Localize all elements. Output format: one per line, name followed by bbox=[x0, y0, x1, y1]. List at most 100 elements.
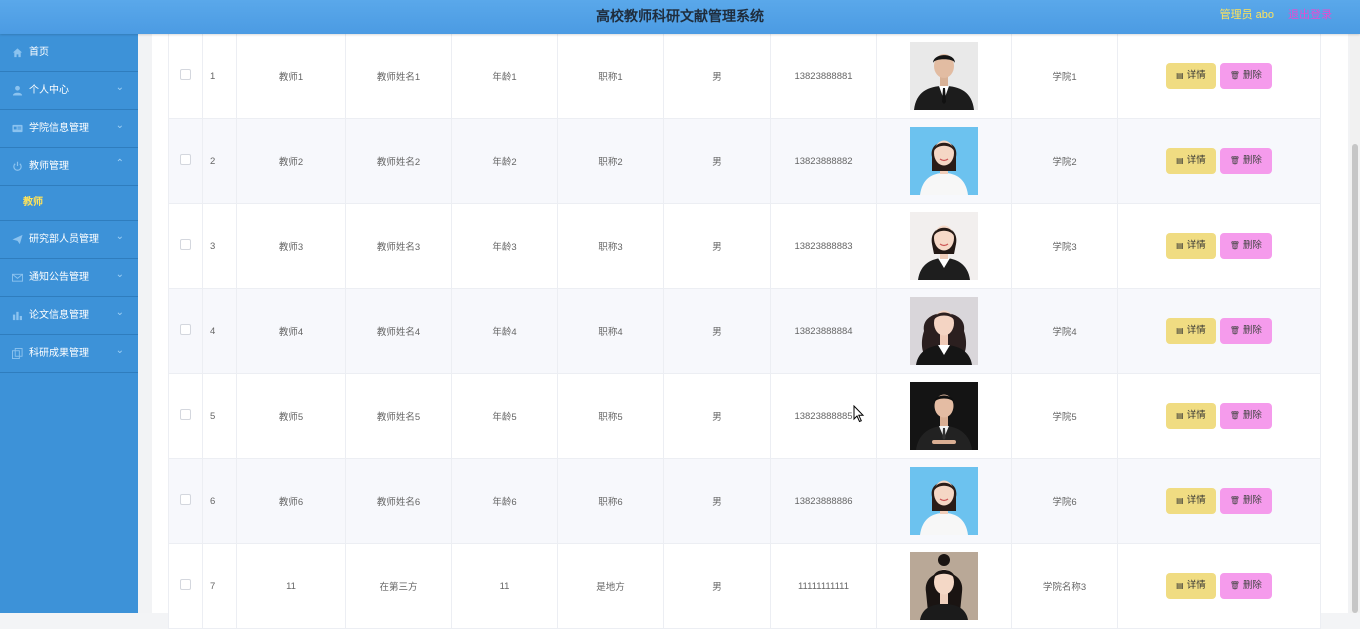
document-icon: ▤ bbox=[1176, 71, 1184, 80]
sidebar-item-label: 通知公告管理 bbox=[29, 272, 89, 283]
detail-label: 详情 bbox=[1186, 155, 1206, 166]
row-checkbox[interactable] bbox=[180, 409, 191, 420]
row-checkbox[interactable] bbox=[180, 69, 191, 80]
cell-gender: 男 bbox=[663, 118, 771, 204]
user-icon bbox=[12, 85, 23, 96]
envelope-icon bbox=[12, 273, 23, 282]
delete-label: 删除 bbox=[1242, 325, 1262, 336]
detail-button[interactable]: ▤ 详情 bbox=[1166, 63, 1216, 89]
sidebar-item-college-management[interactable]: 学院信息管理 ⌄ bbox=[0, 110, 138, 148]
delete-button[interactable]: 🗑 删除 bbox=[1219, 318, 1272, 344]
teacher-photo bbox=[910, 552, 978, 620]
delete-button[interactable]: 🗑 删除 bbox=[1219, 148, 1272, 174]
cell-photo bbox=[876, 203, 1012, 289]
cell-college: 学院4 bbox=[1011, 288, 1118, 374]
cell-gender: 男 bbox=[663, 203, 771, 289]
cell-gender: 男 bbox=[663, 458, 771, 544]
delete-button[interactable]: 🗑 删除 bbox=[1219, 573, 1272, 599]
row-checkbox[interactable] bbox=[180, 494, 191, 505]
cell-title: 职称1 bbox=[557, 34, 664, 119]
teacher-photo bbox=[910, 212, 978, 280]
cell-actions: ▤ 详情 🗑 删除 bbox=[1117, 34, 1321, 119]
cell-college: 学院6 bbox=[1011, 458, 1118, 544]
cell-phone: 13823888883 bbox=[770, 203, 877, 289]
cell-age: 年龄4 bbox=[451, 288, 558, 374]
detail-button[interactable]: ▤ 详情 bbox=[1166, 148, 1216, 174]
sidebar-subitem-teacher[interactable]: 教师 bbox=[0, 186, 138, 221]
cell-gender: 男 bbox=[663, 543, 771, 629]
row-select-cell bbox=[168, 203, 203, 289]
detail-button[interactable]: ▤ 详情 bbox=[1166, 573, 1216, 599]
table-row: 7 11 在第三方 11 是地方男 11111111111 学院名称3 ▤ 详情 🗑 删除 bbox=[168, 543, 1321, 629]
cell-teacher-name: 教师姓名4 bbox=[345, 288, 452, 374]
detail-button[interactable]: ▤ 详情 bbox=[1166, 318, 1216, 344]
scrollbar-thumb[interactable] bbox=[1352, 144, 1358, 613]
teacher-photo bbox=[910, 297, 978, 365]
table-row: 3 教师3 教师姓名3 年龄3 职称3 男 13823888883 学院3 ▤ 详情 🗑 删除 bbox=[168, 203, 1321, 289]
cell-actions: ▤ 详情 🗑 删除 bbox=[1117, 288, 1321, 374]
sidebar-item-home[interactable]: 首页 bbox=[0, 34, 138, 72]
cell-gender: 男 bbox=[663, 373, 771, 459]
cell-teacher-name: 教师姓名2 bbox=[345, 118, 452, 204]
cell-gender: 男 bbox=[663, 288, 771, 374]
row-index: 6 bbox=[202, 458, 237, 544]
cell-photo bbox=[876, 118, 1012, 204]
detail-label: 详情 bbox=[1186, 580, 1206, 591]
cell-age: 年龄1 bbox=[451, 34, 558, 119]
trash-icon: 🗑 bbox=[1229, 326, 1240, 335]
power-icon bbox=[13, 161, 22, 171]
cell-title: 是地方 bbox=[557, 543, 664, 629]
cell-teacher-account: 教师4 bbox=[236, 288, 346, 374]
cell-teacher-name: 教师姓名5 bbox=[345, 373, 452, 459]
chevron-up-icon: ⌃ bbox=[115, 158, 124, 169]
delete-button[interactable]: 🗑 删除 bbox=[1219, 488, 1272, 514]
chevron-down-icon: ⌄ bbox=[115, 82, 124, 93]
cell-actions: ▤ 详情 🗑 删除 bbox=[1117, 203, 1321, 289]
cell-title: 职称4 bbox=[557, 288, 664, 374]
copy-icon bbox=[12, 348, 23, 359]
cell-photo bbox=[876, 34, 1012, 119]
row-select-cell bbox=[168, 288, 203, 374]
delete-button[interactable]: 🗑 删除 bbox=[1219, 233, 1272, 259]
row-checkbox[interactable] bbox=[180, 239, 191, 250]
row-checkbox[interactable] bbox=[180, 154, 191, 165]
delete-button[interactable]: 🗑 删除 bbox=[1219, 63, 1272, 89]
cell-title: 职称5 bbox=[557, 373, 664, 459]
sidebar-item-research-results[interactable]: 科研成果管理 ⌄ bbox=[0, 335, 138, 373]
chevron-down-icon: ⌄ bbox=[115, 120, 124, 131]
cell-teacher-account: 教师3 bbox=[236, 203, 346, 289]
sidebar-item-label: 个人中心 bbox=[29, 85, 69, 96]
cell-age: 年龄5 bbox=[451, 373, 558, 459]
detail-button[interactable]: ▤ 详情 bbox=[1166, 403, 1216, 429]
cell-age: 年龄3 bbox=[451, 203, 558, 289]
trash-icon: 🗑 bbox=[1229, 156, 1240, 165]
sidebar-item-research-staff[interactable]: 研究部人员管理 ⌄ bbox=[0, 221, 138, 259]
detail-button[interactable]: ▤ 详情 bbox=[1166, 233, 1216, 259]
chart-icon bbox=[12, 311, 22, 321]
table-row: 1 教师1 教师姓名1 年龄1 职称1 男 13823888881 学院1 ▤ 详情 🗑 删除 bbox=[168, 34, 1321, 119]
cell-phone: 11111111111 bbox=[770, 543, 877, 629]
row-checkbox[interactable] bbox=[180, 324, 191, 335]
logout-link[interactable]: 退出登录 bbox=[1288, 0, 1332, 30]
sidebar-item-label: 学院信息管理 bbox=[29, 123, 89, 134]
detail-label: 详情 bbox=[1186, 410, 1206, 421]
detail-label: 详情 bbox=[1186, 240, 1206, 251]
row-checkbox[interactable] bbox=[180, 579, 191, 590]
sidebar-item-personal-center[interactable]: 个人中心 ⌄ bbox=[0, 72, 138, 110]
trash-icon: 🗑 bbox=[1229, 411, 1240, 420]
cell-college: 学院名称3 bbox=[1011, 543, 1118, 629]
vertical-scrollbar[interactable] bbox=[1350, 34, 1360, 613]
row-index: 3 bbox=[202, 203, 237, 289]
sidebar-item-notice-management[interactable]: 通知公告管理 ⌄ bbox=[0, 259, 138, 297]
cell-teacher-name: 教师姓名1 bbox=[345, 34, 452, 119]
delete-label: 删除 bbox=[1242, 580, 1262, 591]
teacher-photo bbox=[910, 42, 978, 110]
delete-label: 删除 bbox=[1242, 240, 1262, 251]
sidebar-item-teacher-management[interactable]: 教师管理 ⌃ bbox=[0, 148, 138, 186]
delete-button[interactable]: 🗑 删除 bbox=[1219, 403, 1272, 429]
cell-actions: ▤ 详情 🗑 删除 bbox=[1117, 458, 1321, 544]
detail-button[interactable]: ▤ 详情 bbox=[1166, 488, 1216, 514]
sidebar: 首页 个人中心 ⌄ 学院信息管理 ⌄ 教师管理 ⌃ 教师 研究部人员管理 ⌄ 通… bbox=[0, 34, 138, 613]
trash-icon: 🗑 bbox=[1229, 581, 1240, 590]
sidebar-item-paper-management[interactable]: 论文信息管理 ⌄ bbox=[0, 297, 138, 335]
